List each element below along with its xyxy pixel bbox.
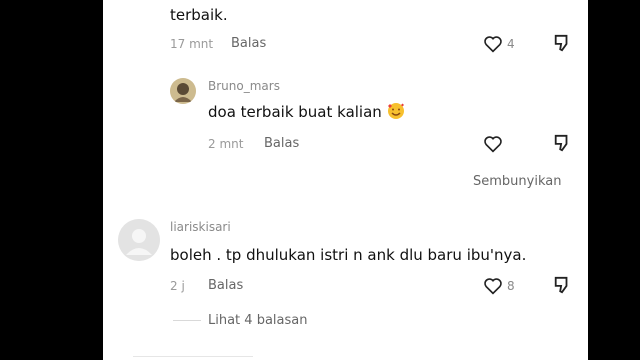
dislike-icon[interactable]: [553, 275, 571, 295]
view-replies-button[interactable]: Lihat 4 balasan: [208, 313, 307, 328]
reply-text: doa terbaik buat kalian: [208, 102, 406, 121]
heart-icon[interactable]: [483, 35, 503, 53]
reply-reply-button[interactable]: Balas: [264, 136, 299, 151]
reply-button[interactable]: Balas: [231, 36, 266, 51]
comment-username[interactable]: liariskisari: [170, 220, 231, 234]
heart-icon[interactable]: [483, 135, 503, 153]
like-count: 8: [507, 279, 515, 293]
view-replies-divider: [173, 320, 201, 321]
comments-panel: terbaik. 17 mnt Balas 4 Bruno_mars doa t…: [103, 0, 588, 360]
reply-text-content: doa terbaik buat kalian: [208, 103, 382, 121]
comment-text: terbaik.: [170, 6, 228, 24]
like-count: 4: [507, 37, 515, 51]
dislike-icon[interactable]: [553, 33, 571, 53]
avatar-placeholder-icon[interactable]: [118, 219, 160, 261]
avatar-image: [170, 78, 196, 104]
comment-timestamp: 17 mnt: [170, 37, 214, 51]
heart-icon[interactable]: [483, 277, 503, 295]
smiling-face-with-hearts-icon: [386, 102, 406, 120]
next-comment-edge: [133, 356, 253, 357]
reply-timestamp: 2 mnt: [208, 137, 244, 151]
reply-username[interactable]: Bruno_mars: [208, 79, 280, 93]
dislike-icon[interactable]: [553, 133, 571, 153]
comment-timestamp: 2 j: [170, 279, 185, 293]
avatar[interactable]: [170, 78, 196, 104]
reply-button[interactable]: Balas: [208, 278, 243, 293]
hide-replies-button[interactable]: Sembunyikan: [473, 174, 561, 189]
comment-text: boleh . tp dhulukan istri n ank dlu baru…: [170, 246, 527, 264]
